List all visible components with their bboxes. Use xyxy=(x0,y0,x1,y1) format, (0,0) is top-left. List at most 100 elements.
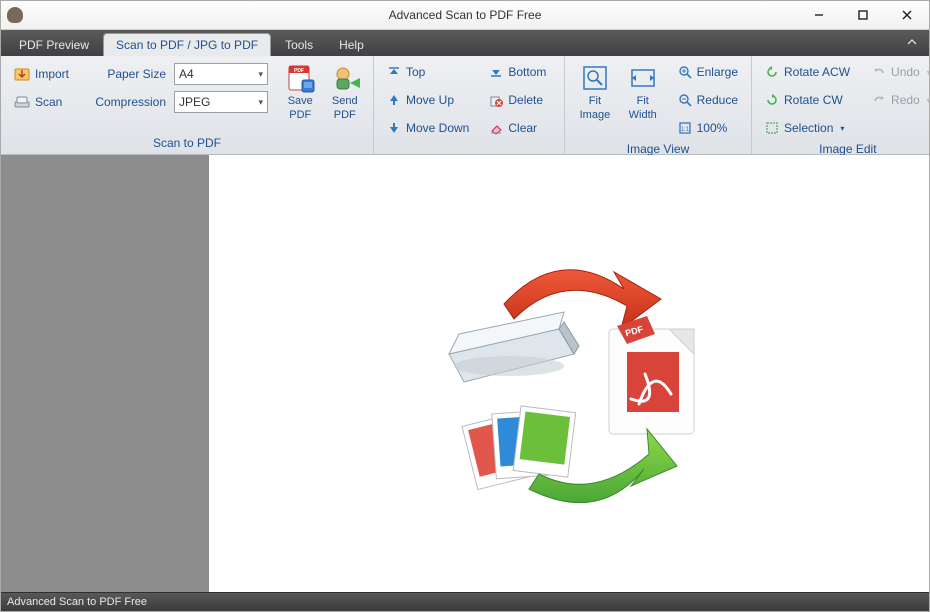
paper-size-value: A4 xyxy=(179,67,194,81)
reduce-label: Reduce xyxy=(697,93,738,107)
chevron-down-icon: ▾ xyxy=(840,124,844,133)
tab-strip: PDF Preview Scan to PDF / JPG to PDF Too… xyxy=(1,30,929,56)
top-button[interactable]: Top xyxy=(380,60,476,84)
move-down-icon xyxy=(387,121,401,135)
redo-icon xyxy=(872,93,886,107)
compression-value: JPEG xyxy=(179,95,210,109)
compression-label: Compression xyxy=(86,95,170,109)
svg-text:PDF: PDF xyxy=(294,68,304,74)
collapse-ribbon-button[interactable] xyxy=(907,37,923,49)
maximize-icon xyxy=(858,10,868,20)
eraser-icon xyxy=(489,121,503,135)
move-down-label: Move Down xyxy=(406,121,469,135)
maximize-button[interactable] xyxy=(841,1,885,29)
compression-select[interactable]: JPEG ▾ xyxy=(174,91,268,113)
selection-button[interactable]: Selection ▾ xyxy=(758,116,857,140)
thumbnail-panel[interactable] xyxy=(1,155,209,592)
svg-text:1:1: 1:1 xyxy=(680,127,689,133)
enlarge-button[interactable]: Enlarge xyxy=(671,60,745,84)
work-area: PDF xyxy=(1,155,929,592)
save-pdf-label-2: PDF xyxy=(289,109,311,121)
fit-image-label-1: Fit xyxy=(589,95,601,107)
enlarge-label: Enlarge xyxy=(697,65,738,79)
redo-button[interactable]: Redo ▾ xyxy=(865,88,930,112)
send-pdf-button[interactable]: Send PDF xyxy=(323,60,367,124)
title-bar: Advanced Scan to PDF Free xyxy=(1,1,929,30)
zoom-100-label: 100% xyxy=(697,121,728,135)
chevron-up-icon xyxy=(907,38,917,46)
import-button[interactable]: Import xyxy=(7,62,76,86)
import-label: Import xyxy=(35,67,69,81)
tab-tools[interactable]: Tools xyxy=(273,34,325,56)
bottom-button[interactable]: Bottom xyxy=(482,60,553,84)
scan-button[interactable]: Scan xyxy=(7,90,76,114)
fit-image-button[interactable]: Fit Image xyxy=(571,60,619,124)
tab-help[interactable]: Help xyxy=(327,34,376,56)
group-list-ops: Top Move Up Move Down Bottom xyxy=(374,56,565,154)
zoom-in-icon xyxy=(678,65,692,79)
selection-icon xyxy=(765,121,779,135)
send-pdf-icon xyxy=(330,63,360,93)
rotate-acw-button[interactable]: Rotate ACW xyxy=(758,60,857,84)
app-icon xyxy=(7,7,23,23)
undo-button[interactable]: Undo ▾ xyxy=(865,60,930,84)
minimize-button[interactable] xyxy=(797,1,841,29)
delete-label: Delete xyxy=(508,93,543,107)
paper-size-row: Paper Size A4 ▾ xyxy=(86,62,268,86)
fit-image-icon xyxy=(580,63,610,93)
scanner-icon xyxy=(14,94,30,110)
fit-width-label-1: Fit xyxy=(637,95,649,107)
redo-label: Redo xyxy=(891,93,920,107)
status-bar: Advanced Scan to PDF Free xyxy=(1,592,929,611)
group-title-list xyxy=(380,140,558,152)
top-label: Top xyxy=(406,65,425,79)
minimize-icon xyxy=(814,10,824,20)
close-icon xyxy=(902,10,912,20)
group-scan-to-pdf: Import Scan Paper Size A4 ▾ xyxy=(1,56,374,154)
move-up-button[interactable]: Move Up xyxy=(380,88,476,112)
status-text: Advanced Scan to PDF Free xyxy=(7,596,147,608)
clear-button[interactable]: Clear xyxy=(482,116,553,140)
delete-button[interactable]: Delete xyxy=(482,88,553,112)
paper-size-label: Paper Size xyxy=(86,67,170,81)
window-controls xyxy=(797,1,929,29)
send-pdf-label-1: Send xyxy=(332,95,358,107)
save-pdf-button[interactable]: PDF Save PDF xyxy=(278,60,322,124)
zoom-100-icon: 1:1 xyxy=(678,121,692,135)
bottom-icon xyxy=(489,65,503,79)
scan-label: Scan xyxy=(35,95,62,109)
chevron-down-icon: ▾ xyxy=(258,97,263,108)
tab-pdf-preview[interactable]: PDF Preview xyxy=(7,34,101,56)
tab-scan-to-pdf[interactable]: Scan to PDF / JPG to PDF xyxy=(103,33,271,56)
preview-canvas[interactable]: PDF xyxy=(209,155,929,592)
send-pdf-label-2: PDF xyxy=(334,109,356,121)
close-button[interactable] xyxy=(885,1,929,29)
rotate-cw-label: Rotate CW xyxy=(784,93,843,107)
zoom-100-button[interactable]: 1:1 100% xyxy=(671,116,745,140)
zoom-out-icon xyxy=(678,93,692,107)
undo-icon xyxy=(872,65,886,79)
group-title-edit: Image Edit xyxy=(758,140,930,156)
fit-width-icon xyxy=(628,63,658,93)
rotate-acw-icon xyxy=(765,65,779,79)
save-pdf-label-1: Save xyxy=(288,95,313,107)
rotate-acw-label: Rotate ACW xyxy=(784,65,850,79)
delete-icon xyxy=(489,93,503,107)
selection-label: Selection xyxy=(784,121,833,135)
group-title-scan: Scan to PDF xyxy=(7,134,367,152)
reduce-button[interactable]: Reduce xyxy=(671,88,745,112)
welcome-illustration: PDF xyxy=(409,234,729,514)
move-down-button[interactable]: Move Down xyxy=(380,116,476,140)
fit-image-label-2: Image xyxy=(580,109,611,121)
save-pdf-icon: PDF xyxy=(285,63,315,93)
rotate-cw-button[interactable]: Rotate CW xyxy=(758,88,857,112)
rotate-cw-icon xyxy=(765,93,779,107)
move-up-label: Move Up xyxy=(406,93,454,107)
undo-label: Undo xyxy=(891,65,920,79)
compression-row: Compression JPEG ▾ xyxy=(86,90,268,114)
app-window: Advanced Scan to PDF Free PDF Preview Sc… xyxy=(0,0,930,612)
bottom-label: Bottom xyxy=(508,65,546,79)
top-icon xyxy=(387,65,401,79)
paper-size-select[interactable]: A4 ▾ xyxy=(174,63,268,85)
fit-width-button[interactable]: Fit Width xyxy=(619,60,667,124)
